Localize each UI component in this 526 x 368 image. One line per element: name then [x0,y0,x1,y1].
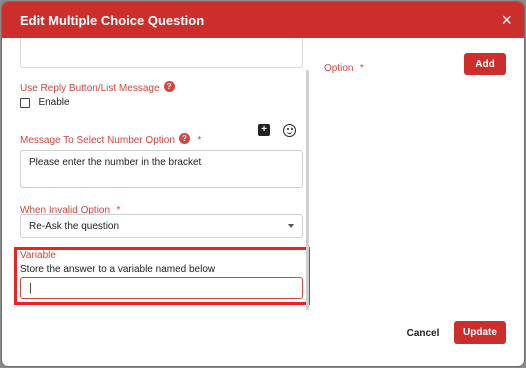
enable-checkbox-row[interactable]: Enable [20,94,70,112]
add-option-button[interactable]: Add [464,53,506,75]
message-option-label-row: Message To Select Number Option? * [20,130,201,148]
emoji-icon[interactable] [283,124,296,137]
option-label-row: Option * [324,58,364,76]
invalid-option-selected: Re-Ask the question [29,220,120,232]
cancel-button[interactable]: Cancel [402,322,444,344]
reply-button-label: Use Reply Button/List Message [20,83,160,94]
enable-label: Enable [38,97,70,109]
required-asterisk: * [359,63,364,74]
message-option-textarea[interactable]: Please enter the number in the bracket [20,150,303,188]
add-note-icon[interactable]: + [258,124,270,136]
scrollbar[interactable] [306,70,309,310]
invalid-option-select[interactable]: Re-Ask the question [20,214,303,238]
dialog-title: Edit Multiple Choice Question [20,12,205,28]
text-cursor: | [29,282,32,294]
variable-description: Store the answer to a variable named bel… [20,264,216,275]
option-label: Option [324,63,354,74]
variable-label: Variable [20,250,56,261]
variable-input[interactable]: | [20,277,303,299]
help-icon[interactable]: ? [163,81,175,93]
close-icon[interactable]: × [501,11,512,29]
form-panel[interactable]: Use Reply Button/List Message? Enable Me… [2,38,314,314]
message-option-label: Message To Select Number Option [20,135,175,146]
dialog-header: Edit Multiple Choice Question × [2,2,524,38]
edit-question-dialog: Edit Multiple Choice Question × Use Repl… [2,2,524,366]
enable-checkbox[interactable] [20,97,30,108]
update-button[interactable]: Update [454,321,506,344]
previous-field[interactable] [20,38,303,68]
chevron-down-icon [288,224,294,228]
help-icon[interactable]: ? [178,133,190,145]
required-asterisk: * [197,135,202,146]
